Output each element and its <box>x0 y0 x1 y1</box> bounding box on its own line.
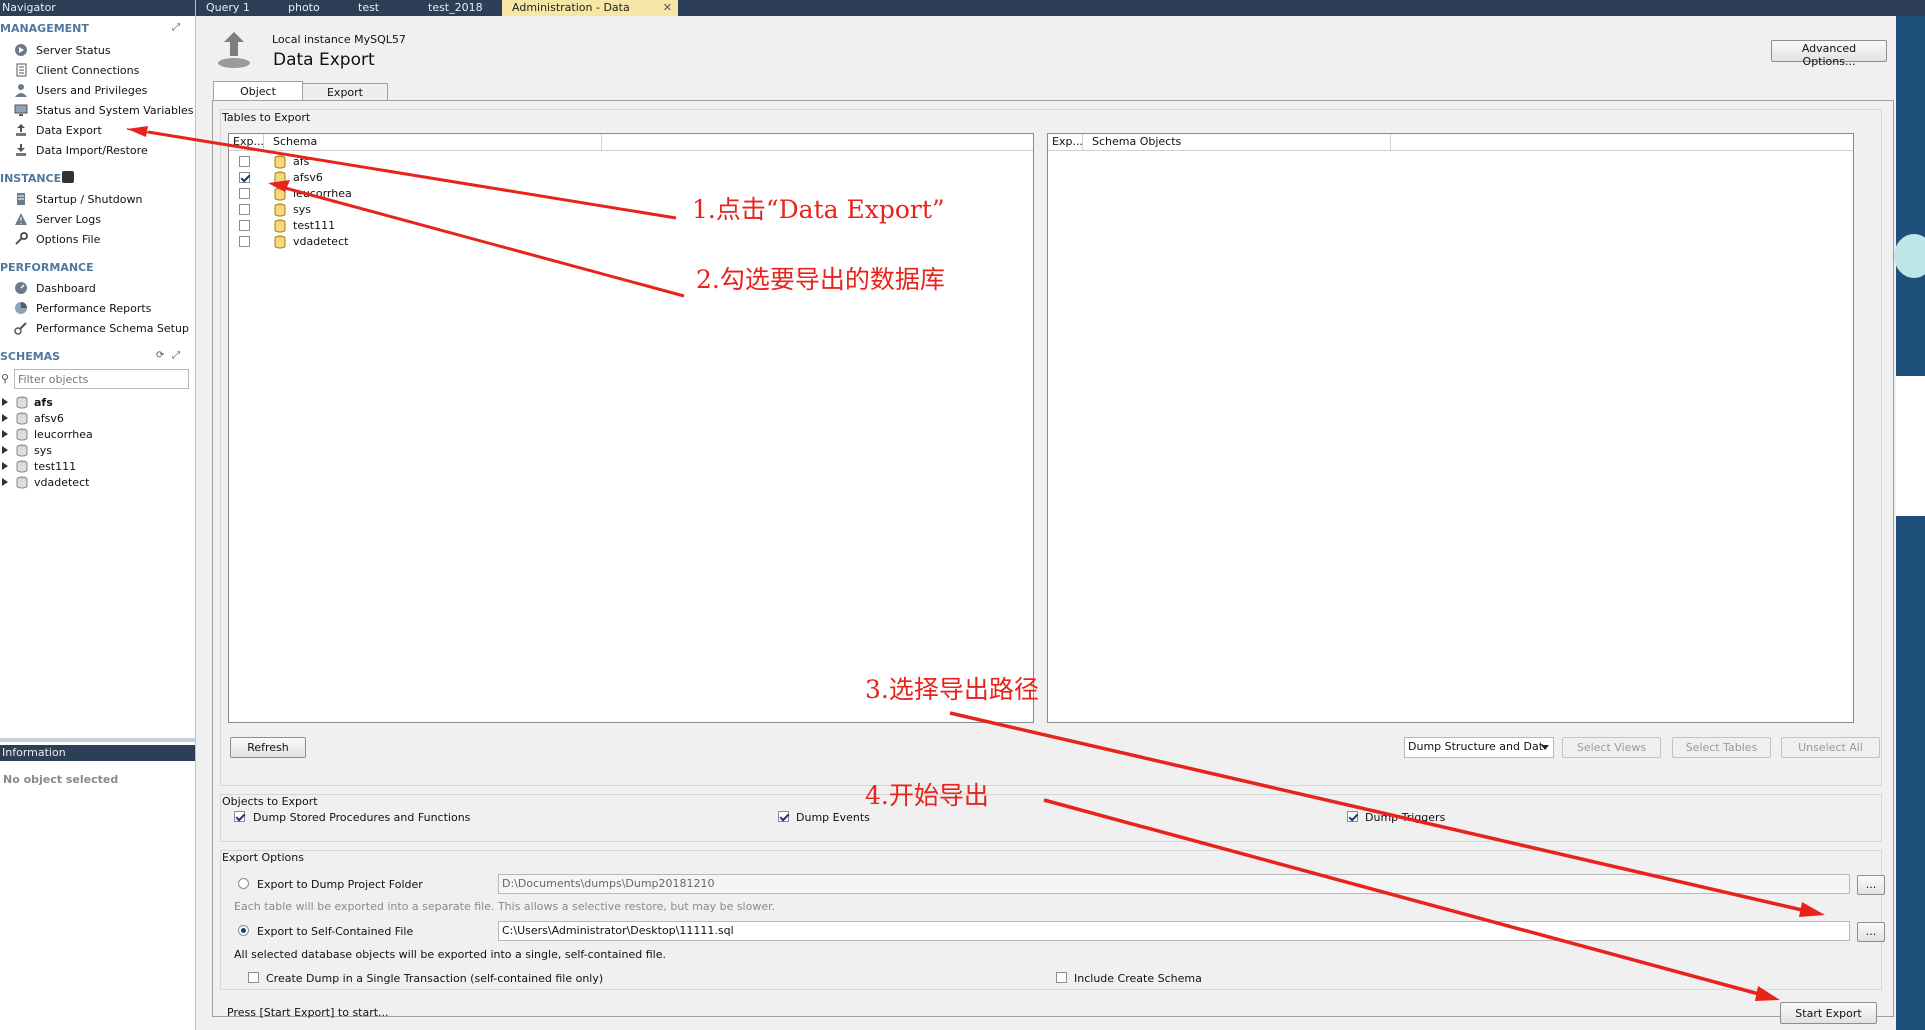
annotation-arrow-1-body <box>147 130 677 220</box>
annotation-arrow-3 <box>949 711 1816 915</box>
annotation-step-1: 1.点击“Data Export” <box>692 195 945 224</box>
annotation-arrow-4 <box>1043 798 1771 999</box>
annotation-step-4: 4.开始导出 <box>865 781 989 810</box>
annotation-arrowhead-4 <box>1755 986 1780 1001</box>
annotation-arrowhead-2 <box>268 180 290 192</box>
annotation-arrowhead-3 <box>1799 902 1825 917</box>
annotation-arrows <box>126 126 1825 1001</box>
annotation-arrow-2 <box>273 183 685 298</box>
annotation-step-2: 2.勾选要导出的数据库 <box>696 265 945 294</box>
annotation-step-3: 3.选择导出路径 <box>865 675 1039 704</box>
